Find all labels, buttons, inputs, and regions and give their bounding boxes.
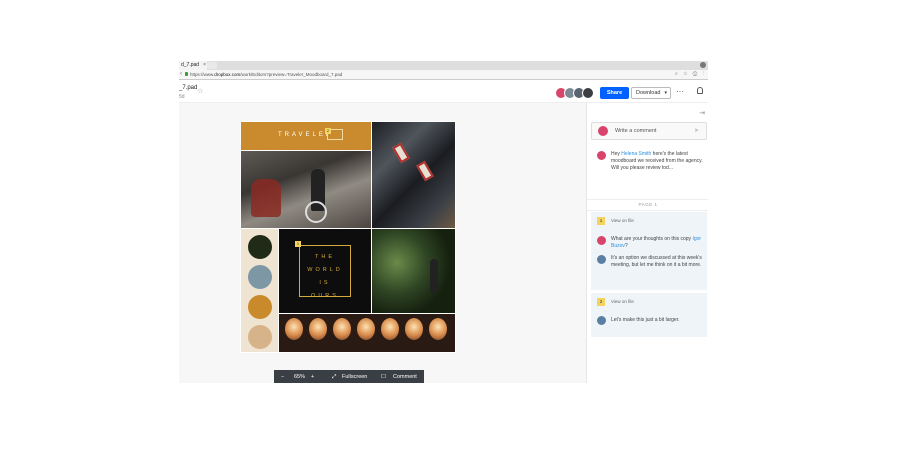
- browser-tab[interactable]: d_7.pad ×: [179, 61, 207, 70]
- moodboard-image[interactable]: TRAVELER 2 THE WORLD IS OURS 1: [240, 121, 456, 353]
- lantern-shape: [429, 318, 447, 340]
- url-scheme: https://www.: [190, 72, 215, 77]
- lantern-shape: [285, 318, 303, 340]
- bicycle-wheel-shape: [305, 201, 327, 223]
- world-text: THE WORLD IS OURS: [299, 251, 351, 303]
- scooter-shape: [251, 179, 281, 217]
- avatar: [597, 316, 606, 325]
- avatar: [597, 236, 606, 245]
- new-tab-button[interactable]: [207, 62, 217, 69]
- preview-toolbar: − 65% + ⤢ Fullscreen ☐ Comment: [274, 370, 424, 383]
- street-photo: [241, 151, 371, 228]
- fullscreen-icon[interactable]: ⤢: [332, 370, 336, 383]
- zoom-level: 65%: [294, 374, 306, 380]
- star-icon[interactable]: ☆: [197, 87, 203, 95]
- comment-thread[interactable]: 1 View on file What are your thoughts on…: [591, 212, 707, 290]
- world-text-line: WORLD: [307, 267, 343, 273]
- view-on-file-link[interactable]: View on file: [611, 218, 634, 223]
- send-icon[interactable]: ➤: [694, 127, 699, 134]
- comment-icon[interactable]: ☐: [381, 370, 386, 383]
- lantern-shape: [333, 318, 351, 340]
- fish-photo: [372, 122, 455, 228]
- thread-number-badge: 2: [597, 298, 605, 306]
- comment-prefix: Hey: [611, 151, 622, 157]
- world-text-line: THE: [315, 254, 335, 260]
- page-label: PAGE 1: [587, 199, 708, 211]
- more-options-icon[interactable]: ···: [676, 87, 684, 97]
- file-name[interactable]: _7.pad: [179, 85, 197, 91]
- url-text[interactable]: https://www.dropbox.com/work/Editors?pre…: [190, 71, 342, 78]
- url-domain: dropbox.com: [214, 72, 241, 77]
- comment-thread[interactable]: 2 View on file Let's make this just a bi…: [591, 293, 707, 337]
- leaves-photo: [372, 229, 455, 313]
- write-comment-placeholder: Write a comment: [615, 128, 657, 134]
- zoom-out-button[interactable]: −: [281, 370, 284, 383]
- color-swatch: [248, 325, 272, 349]
- comment-text: It's an option we discussed at this week…: [611, 255, 702, 269]
- window-control-icon[interactable]: [700, 62, 706, 68]
- tab-bar: d_7.pad ×: [179, 61, 708, 70]
- collapse-sidebar-icon[interactable]: ⇥: [699, 109, 705, 117]
- url-path: /work/Editors?preview=Traveler_Moodboard…: [240, 72, 343, 77]
- share-button[interactable]: Share: [600, 87, 629, 99]
- bell-icon[interactable]: [697, 87, 703, 94]
- comment-text: Hey Helena Smith here's the latest moodb…: [611, 151, 703, 173]
- tab-close-icon[interactable]: ×: [203, 61, 206, 70]
- lantern-shape: [405, 318, 423, 340]
- app-header: _7.pad 5d ☆ Share Download ▾ ···: [179, 81, 708, 103]
- color-swatches: [241, 229, 278, 352]
- comment-prefix: What are your thoughts on this copy: [611, 236, 693, 242]
- avatar: [598, 126, 608, 136]
- thread-number-badge: 1: [597, 217, 605, 225]
- world-is-ours-card: THE WORLD IS OURS 1: [279, 229, 371, 313]
- annotation-marker-2[interactable]: 2: [325, 128, 331, 134]
- comments-sidebar: ⇥ Write a comment ➤ Hey Helena Smith her…: [586, 103, 708, 383]
- world-text-line: OURS: [311, 293, 339, 299]
- view-on-file-link[interactable]: View on file: [611, 299, 634, 304]
- traveler-banner: TRAVELER 2: [241, 122, 371, 150]
- write-comment-box[interactable]: Write a comment ➤: [591, 122, 707, 140]
- comment-text: Let's make this just a bit larger.: [611, 317, 680, 323]
- file-subtitle: 5d: [179, 94, 185, 100]
- avatar: [597, 255, 606, 264]
- fish-label-shape: [416, 160, 434, 182]
- color-swatch: [248, 265, 272, 289]
- comment-item: Hey Helena Smith here's the latest moodb…: [591, 150, 707, 192]
- lantern-shape: [381, 318, 399, 340]
- lantern-shape: [309, 318, 327, 340]
- download-button[interactable]: Download ▾: [631, 87, 671, 99]
- download-label: Download: [636, 90, 661, 96]
- address-bar[interactable]: ‹ › https://www.dropbox.com/work/Editors…: [179, 70, 708, 80]
- browser-window: d_7.pad × ‹ › https://www.dropbox.com/wo…: [179, 61, 708, 383]
- color-swatch: [248, 235, 272, 259]
- avatar[interactable]: [582, 87, 594, 99]
- lantern-shape: [357, 318, 375, 340]
- color-swatch: [248, 295, 272, 319]
- annotation-marker-1[interactable]: 1: [295, 241, 301, 247]
- lock-icon: [185, 72, 188, 76]
- avatar: [597, 151, 606, 160]
- lanterns-photo: [279, 314, 455, 352]
- chevron-down-icon: ▾: [664, 90, 667, 96]
- comment-suffix: ?: [624, 243, 628, 250]
- comment-button[interactable]: Comment: [393, 370, 417, 383]
- fish-label-shape: [392, 142, 410, 164]
- world-text-line: IS: [319, 280, 331, 286]
- walker-shape: [430, 259, 438, 293]
- mention-link[interactable]: Helena Smith: [621, 151, 651, 157]
- fullscreen-button[interactable]: Fullscreen: [342, 370, 367, 383]
- zoom-in-button[interactable]: +: [311, 370, 314, 383]
- comment-text: What are your thoughts on this copy Igor…: [611, 236, 703, 250]
- tab-title: d_7.pad: [181, 62, 200, 68]
- browser-extension-icons[interactable]: ⌕ ☆ ⓘ ⋮: [675, 71, 706, 77]
- preview-canvas: TRAVELER 2 THE WORLD IS OURS 1 − 65% + ⤢…: [179, 103, 586, 383]
